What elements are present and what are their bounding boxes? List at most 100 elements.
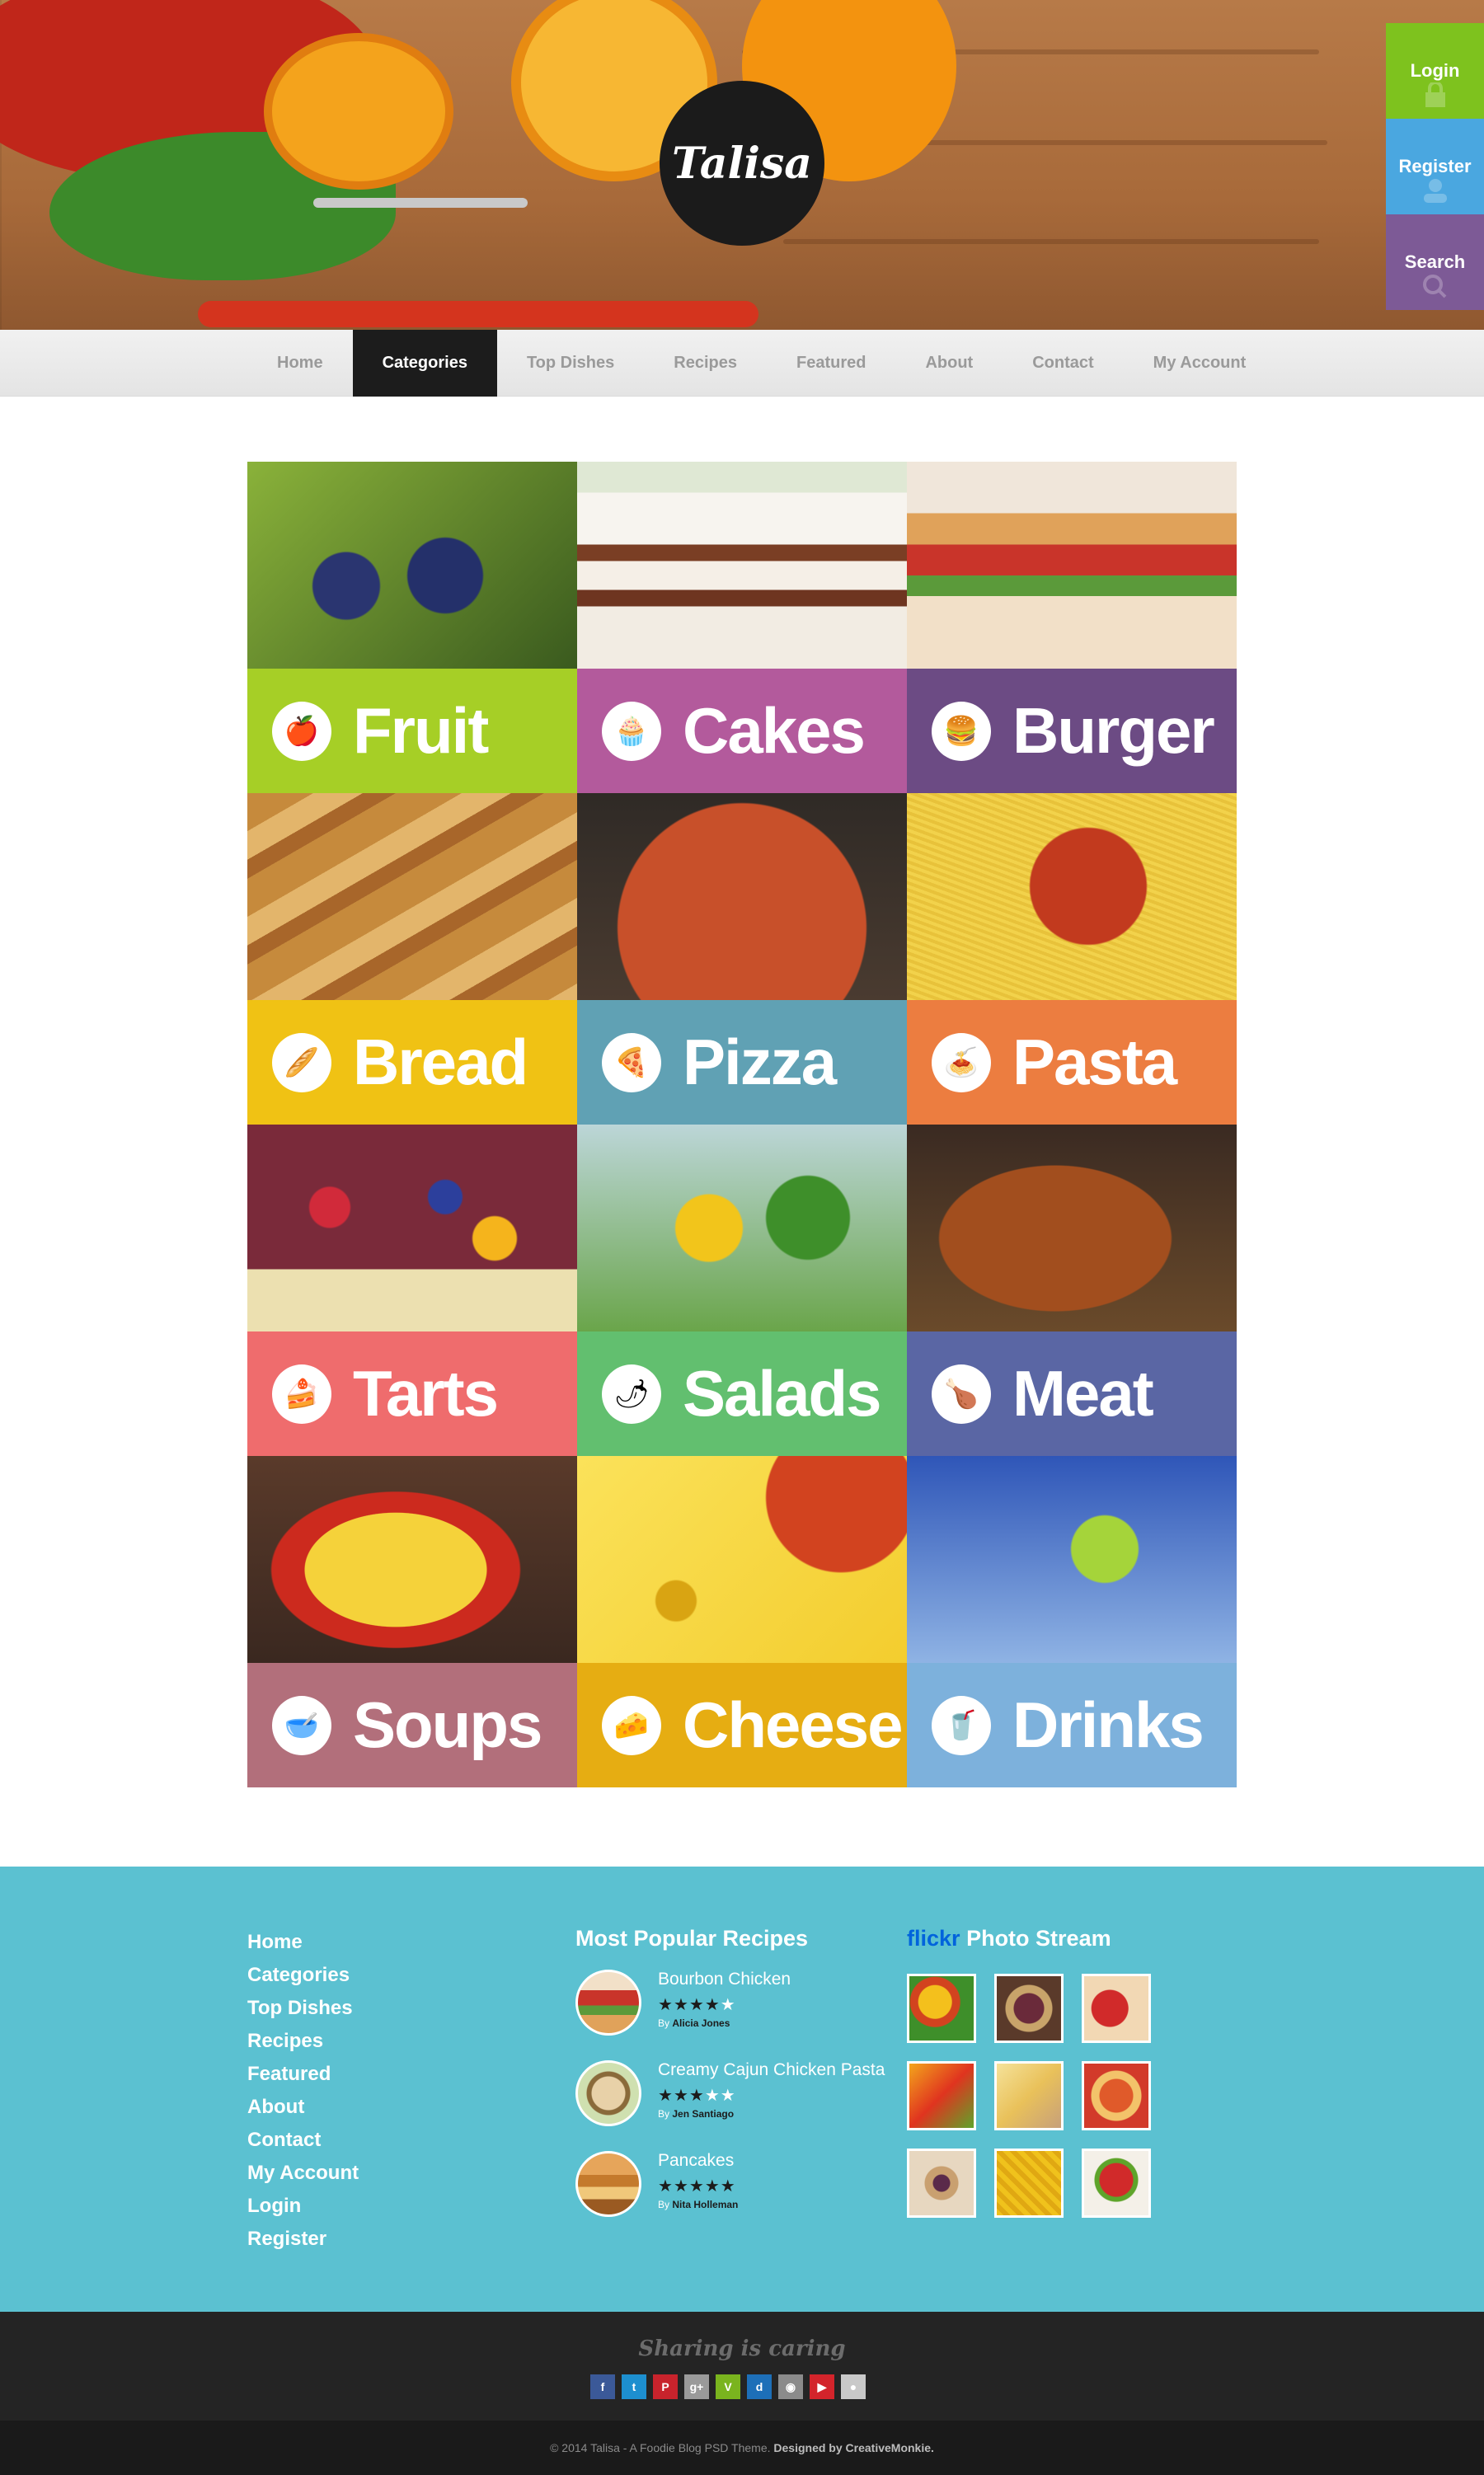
star-icon: ★	[658, 2087, 674, 2105]
login-button[interactable]: Login	[1386, 23, 1484, 119]
flickr-photo[interactable]	[994, 1974, 1064, 2043]
popular-recipe-item[interactable]: Bourbon Chicken ★★★★★ By Alicia Jones	[575, 1970, 889, 2052]
footer-link-featured[interactable]: Featured	[247, 2058, 359, 2091]
nav-item-top-dishes[interactable]: Top Dishes	[497, 330, 644, 397]
flickr-photo[interactable]	[1082, 2061, 1151, 2130]
user-icon	[1423, 179, 1447, 203]
footer-links: Home Categories Top Dishes Recipes Featured A…	[247, 1926, 359, 2256]
category-label-meat: Meat	[1012, 1357, 1154, 1430]
recipe-title[interactable]: Pancakes	[658, 2151, 734, 2171]
star-icon: ★	[720, 2177, 736, 2196]
flickr-photo[interactable]	[907, 1974, 976, 2043]
nav-item-featured[interactable]: Featured	[767, 330, 895, 397]
flickr-photo[interactable]	[1082, 1974, 1151, 2043]
category-photo-pizza	[577, 793, 907, 1000]
star-icon: ★	[704, 1996, 721, 2014]
nav-item-my-account[interactable]: My Account	[1124, 330, 1276, 397]
category-label-bread: Bread	[353, 1026, 528, 1098]
category-tile-meat[interactable]: 🍗 Meat	[907, 1125, 1237, 1456]
footer-link-login[interactable]: Login	[247, 2190, 359, 2223]
flickr-photo[interactable]	[907, 2149, 976, 2218]
category-tile-cakes[interactable]: 🧁 Cakes	[577, 462, 907, 793]
category-photo-drinks	[907, 1456, 1237, 1663]
drumstick-icon: 🍗	[932, 1364, 991, 1424]
popular-recipe-item[interactable]: Creamy Cajun Chicken Pasta ★★★★★ By Jen Sa…	[575, 2060, 889, 2143]
pinterest-icon[interactable]: P	[653, 2374, 678, 2399]
main-nav: Home Categories Top Dishes Recipes Featured A…	[0, 330, 1484, 397]
twitter-icon[interactable]: t	[622, 2374, 646, 2399]
flickr-icon[interactable]: ●	[841, 2374, 866, 2399]
star-icon: ★	[720, 1996, 736, 2014]
category-photo-soups	[247, 1456, 577, 1663]
search-icon	[1422, 275, 1446, 298]
footer-link-contact[interactable]: Contact	[247, 2124, 359, 2157]
footer-link-home[interactable]: Home	[247, 1926, 359, 1959]
brand-name: Talisa	[672, 138, 812, 189]
recipe-title[interactable]: Creamy Cajun Chicken Pasta	[658, 2060, 885, 2080]
category-bar-pasta: 🍝 Pasta	[907, 1000, 1237, 1125]
author-name[interactable]: Nita Holleman	[672, 2199, 738, 2210]
author-prefix: By	[658, 2108, 670, 2120]
category-tile-burger[interactable]: 🍔 Burger	[907, 462, 1237, 793]
category-tile-soups[interactable]: 🥣 Soups	[247, 1456, 577, 1787]
category-tile-tarts[interactable]: 🍰 Tarts	[247, 1125, 577, 1456]
category-photo-pasta	[907, 793, 1237, 1000]
category-tile-salads[interactable]: 🌶 Salads	[577, 1125, 907, 1456]
nav-item-recipes[interactable]: Recipes	[644, 330, 767, 397]
nav-item-home[interactable]: Home	[247, 330, 353, 397]
footer-link-about[interactable]: About	[247, 2091, 359, 2124]
burger-icon: 🍔	[932, 701, 991, 761]
recipe-thumbnail[interactable]	[575, 2151, 641, 2217]
recipe-thumbnail[interactable]	[575, 2060, 641, 2126]
flickr-photo[interactable]	[994, 2061, 1064, 2130]
category-tile-fruit[interactable]: 🍎 Fruit	[247, 462, 577, 793]
designer-credit: Designed by CreativeMonkie.	[773, 2441, 934, 2454]
category-grid: 🍎 Fruit 🧁 Cakes 🍔 Burger 🥖 Bread 🍕 Pizza 🍝 Pasta 🍰 Ta…	[247, 462, 1237, 1787]
category-photo-salads	[577, 1125, 907, 1331]
footer-link-register[interactable]: Register	[247, 2223, 359, 2256]
brand-logo[interactable]: Talisa	[660, 81, 824, 246]
flickr-logo: flickr	[907, 1926, 960, 1951]
category-photo-cheese	[577, 1456, 907, 1663]
star-icon: ★	[688, 2087, 705, 2105]
footer-link-top-dishes[interactable]: Top Dishes	[247, 1992, 359, 2025]
nav-item-categories[interactable]: Categories	[352, 330, 497, 397]
popular-recipes-title: Most Popular Recipes	[575, 1926, 809, 1951]
author-name[interactable]: Jen Santiago	[672, 2108, 734, 2120]
pizza-icon: 🍕	[602, 1032, 661, 1092]
rating-stars: ★★★★★	[658, 2085, 736, 2106]
popular-recipe-item[interactable]: Pancakes ★★★★★ By Nita Holleman	[575, 2151, 889, 2233]
google-plus-icon[interactable]: g+	[684, 2374, 709, 2399]
digg-icon[interactable]: d	[747, 2374, 772, 2399]
star-icon: ★	[658, 2177, 674, 2196]
recipe-title[interactable]: Bourbon Chicken	[658, 1970, 791, 1989]
copyright-text: © 2014 Talisa - A Foodie Blog PSD Theme.	[550, 2441, 771, 2454]
nav-item-about[interactable]: About	[895, 330, 1003, 397]
flickr-photo[interactable]	[907, 2061, 976, 2130]
nav-item-contact[interactable]: Contact	[1003, 330, 1123, 397]
footer-link-categories[interactable]: Categories	[247, 1959, 359, 1992]
category-tile-pasta[interactable]: 🍝 Pasta	[907, 793, 1237, 1125]
cheese-icon: 🧀	[602, 1695, 661, 1755]
flickr-photo[interactable]	[994, 2149, 1064, 2218]
register-button[interactable]: Register	[1386, 119, 1484, 214]
star-icon: ★	[720, 2087, 736, 2105]
category-photo-tarts	[247, 1125, 577, 1331]
lock-icon	[1425, 82, 1445, 107]
vimeo-icon[interactable]: V	[716, 2374, 740, 2399]
footer-link-recipes[interactable]: Recipes	[247, 2025, 359, 2058]
flickr-photo[interactable]	[1082, 2149, 1151, 2218]
category-tile-drinks[interactable]: 🥤 Drinks	[907, 1456, 1237, 1787]
instagram-icon[interactable]: ◉	[778, 2374, 803, 2399]
flickr-photo-grid	[907, 1974, 1162, 2218]
author-name[interactable]: Alicia Jones	[672, 2017, 730, 2029]
recipe-thumbnail[interactable]	[575, 1970, 641, 2036]
youtube-icon[interactable]: ▶	[810, 2374, 834, 2399]
search-button[interactable]: Search	[1386, 214, 1484, 310]
category-tile-pizza[interactable]: 🍕 Pizza	[577, 793, 907, 1125]
flickr-title: flickr Photo Stream	[907, 1926, 1111, 1951]
category-tile-bread[interactable]: 🥖 Bread	[247, 793, 577, 1125]
category-tile-cheese[interactable]: 🧀 Cheese	[577, 1456, 907, 1787]
facebook-icon[interactable]: f	[590, 2374, 615, 2399]
footer-link-my-account[interactable]: My Account	[247, 2157, 359, 2190]
